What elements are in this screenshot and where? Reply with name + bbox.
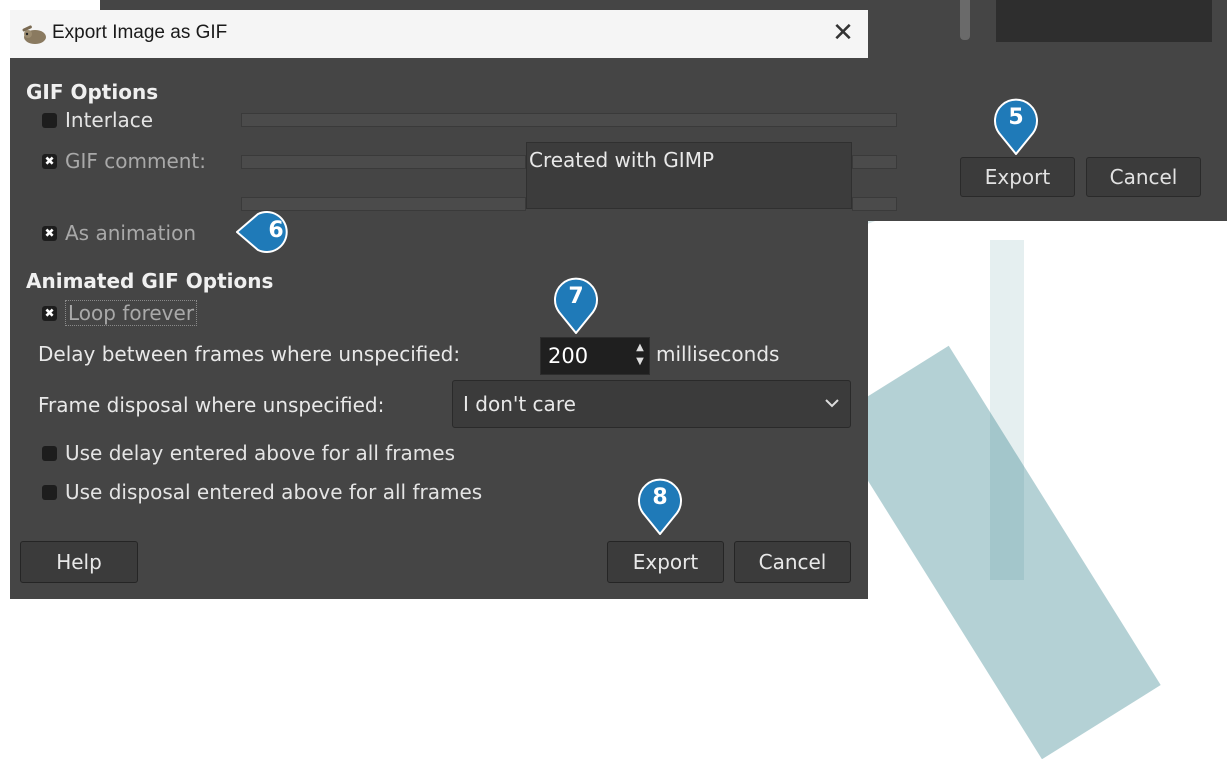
- background-cancel-button[interactable]: Cancel: [1086, 157, 1201, 197]
- checkbox-box[interactable]: [42, 112, 57, 128]
- checkbox-box-checked[interactable]: ✖: [42, 225, 57, 241]
- watermark-shape: [830, 345, 1161, 759]
- spin-arrows-icon[interactable]: ▲ ▼: [634, 341, 646, 371]
- interlace-checkbox[interactable]: Interlace: [42, 108, 153, 132]
- callout-number: 7: [568, 284, 584, 309]
- gif-comment-checkbox[interactable]: ✖ GIF comment:: [42, 149, 206, 173]
- callout-marker-6: 6: [236, 210, 300, 254]
- disposal-label: Frame disposal where unspecified:: [38, 393, 385, 417]
- disposal-combobox[interactable]: I don't care: [452, 380, 851, 428]
- help-button[interactable]: Help: [20, 541, 138, 583]
- cancel-button[interactable]: Cancel: [734, 541, 851, 583]
- callout-marker-7: 7: [553, 276, 599, 334]
- gif-comment-textarea[interactable]: Created with GIMP: [526, 142, 852, 209]
- title-bar: Export Image as GIF ✕: [10, 10, 868, 58]
- chevron-down-icon: [825, 399, 839, 408]
- loop-forever-checkbox[interactable]: ✖ Loop forever: [42, 300, 198, 326]
- background-scrollbar[interactable]: [960, 0, 970, 40]
- callout-number: 5: [1008, 105, 1024, 130]
- loop-forever-label: Loop forever: [65, 300, 198, 326]
- animated-gif-options-heading: Animated GIF Options: [26, 269, 274, 293]
- export-button[interactable]: Export: [607, 541, 724, 583]
- delay-value: 200: [548, 344, 589, 368]
- as-animation-checkbox[interactable]: ✖ As animation: [42, 221, 196, 245]
- as-animation-label: As animation: [65, 221, 196, 245]
- delay-label: Delay between frames where unspecified:: [38, 342, 461, 366]
- gif-options-heading: GIF Options: [26, 80, 159, 104]
- callout-number: 8: [652, 485, 668, 510]
- gif-comment-label: GIF comment:: [65, 149, 207, 173]
- use-delay-label: Use delay entered above for all frames: [65, 441, 455, 465]
- callout-marker-8: 8: [637, 477, 683, 535]
- use-disposal-checkbox[interactable]: Use disposal entered above for all frame…: [42, 480, 482, 504]
- delay-unit-label: milliseconds: [656, 342, 780, 366]
- watermark-shape: [990, 240, 1024, 580]
- checkbox-box-checked[interactable]: ✖: [42, 305, 57, 321]
- background-export-button[interactable]: Export: [960, 157, 1075, 197]
- comment-row-field: [852, 197, 897, 211]
- interlace-row-field: [241, 113, 897, 127]
- checkbox-box[interactable]: [42, 445, 57, 461]
- comment-row-field: [241, 155, 526, 169]
- checkbox-box-checked[interactable]: ✖: [42, 153, 57, 169]
- export-gif-dialog: Export Image as GIF ✕ GIF Options Interl…: [10, 10, 897, 599]
- use-disposal-label: Use disposal entered above for all frame…: [65, 480, 483, 504]
- gimp-icon: [22, 25, 46, 44]
- comment-row-field: [241, 197, 526, 211]
- use-delay-checkbox[interactable]: Use delay entered above for all frames: [42, 441, 455, 465]
- interlace-label: Interlace: [65, 108, 154, 132]
- background-panel: [996, 0, 1212, 42]
- callout-marker-5: 5: [993, 97, 1039, 155]
- checkbox-box[interactable]: [42, 484, 57, 500]
- callout-number: 6: [268, 218, 284, 243]
- delay-spinbutton[interactable]: 200 ▲ ▼: [540, 337, 650, 375]
- dialog-title: Export Image as GIF: [52, 22, 228, 43]
- disposal-value: I don't care: [463, 392, 576, 416]
- close-icon[interactable]: ✕: [828, 18, 858, 48]
- background-dialog: Export Cancel: [860, 0, 1227, 221]
- comment-row-field: [852, 155, 897, 169]
